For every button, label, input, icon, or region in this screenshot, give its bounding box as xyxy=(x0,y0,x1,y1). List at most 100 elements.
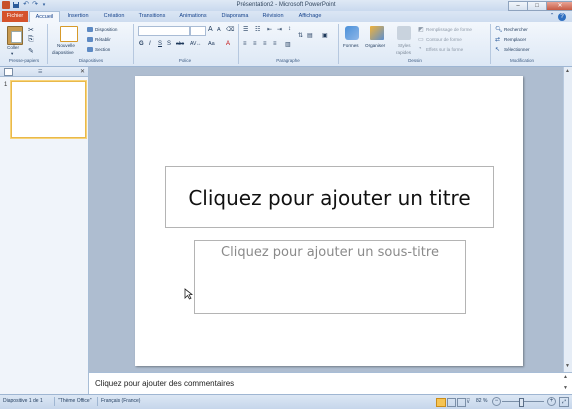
shape-fill-icon[interactable]: ◩ xyxy=(418,26,424,33)
subtitle-placeholder-text: Cliquez pour ajouter un sous-titre xyxy=(221,245,439,260)
shape-outline-icon[interactable]: ▭ xyxy=(418,36,424,43)
columns-icon[interactable]: ▥ xyxy=(285,41,291,48)
shape-effects-button[interactable]: Effets sur la forme xyxy=(426,47,463,52)
slide-thumbnail[interactable] xyxy=(11,81,86,138)
section-icon[interactable] xyxy=(87,47,93,52)
align-left-icon[interactable]: ≡ xyxy=(243,41,247,47)
layout-button[interactable]: Disposition xyxy=(95,27,117,32)
change-case-button[interactable]: Aa xyxy=(208,41,215,47)
shape-outline-button[interactable]: Contour de forme xyxy=(426,37,462,42)
decrease-indent-icon[interactable]: ⇤ xyxy=(267,26,272,33)
shape-effects-icon[interactable]: ◔ xyxy=(418,46,422,52)
tab-animations[interactable]: Animations xyxy=(173,11,213,22)
shape-fill-button[interactable]: Remplissage de forme xyxy=(426,27,472,32)
find-button[interactable]: Rechercher xyxy=(504,27,528,32)
replace-icon[interactable]: ⇄ xyxy=(495,36,500,43)
clear-format-icon[interactable]: ⌫ xyxy=(226,26,234,33)
zoom-level[interactable]: 82 % xyxy=(476,398,487,404)
italic-button[interactable]: I xyxy=(149,41,151,47)
reading-view-icon[interactable] xyxy=(457,398,466,407)
align-text-icon[interactable]: ▤ xyxy=(307,32,313,39)
minimize-ribbon-icon[interactable]: ⌃ xyxy=(548,11,556,22)
outline-tab-icon[interactable]: ☰ xyxy=(38,69,42,75)
help-icon[interactable]: ? xyxy=(558,13,566,21)
section-button[interactable]: Section xyxy=(95,47,110,52)
new-slide-icon[interactable] xyxy=(60,26,78,42)
slideshow-icon[interactable]: ⊽ xyxy=(466,398,470,405)
align-right-icon[interactable]: ≡ xyxy=(263,41,267,47)
quick-styles-button[interactable]: Styles xyxy=(398,43,411,48)
reset-icon[interactable] xyxy=(87,37,93,42)
bullets-icon[interactable]: ☰ xyxy=(243,26,248,33)
line-spacing-icon[interactable]: ↕ xyxy=(288,26,291,32)
shapes-button[interactable]: Formes xyxy=(343,43,359,48)
font-color-button[interactable]: A xyxy=(226,41,230,47)
new-slide-button[interactable]: Nouvelle xyxy=(57,43,75,48)
arrange-icon[interactable] xyxy=(370,26,384,40)
normal-view-icon[interactable] xyxy=(436,398,446,407)
fit-to-window-icon[interactable]: ⤢ xyxy=(559,397,569,407)
maximize-button[interactable]: □ xyxy=(527,1,547,11)
font-size-dropdown[interactable] xyxy=(190,26,206,36)
minimize-button[interactable]: – xyxy=(508,1,528,11)
new-slide-button-line2[interactable]: diapositive xyxy=(52,50,74,55)
select-button[interactable]: Sélectionner xyxy=(504,47,530,52)
tab-fichier[interactable]: Fichier xyxy=(2,11,28,22)
clipboard-group-label: Presse-papiers xyxy=(8,58,40,63)
tab-diaporama[interactable]: Diaporama xyxy=(216,11,254,22)
increase-indent-icon[interactable]: ⇥ xyxy=(277,26,282,33)
paste-dropdown-icon[interactable]: ▾ xyxy=(11,51,13,57)
tab-insertion[interactable]: Insertion xyxy=(62,11,94,22)
close-button[interactable]: ✕ xyxy=(546,1,572,11)
strikethrough-button[interactable]: abc xyxy=(176,41,184,47)
select-icon[interactable]: ↖ xyxy=(495,46,500,53)
bold-button[interactable]: G xyxy=(139,41,144,47)
notes-pane[interactable]: Cliquez pour ajouter des commentaires ▲ … xyxy=(89,372,572,395)
slide-sorter-icon[interactable] xyxy=(447,398,456,407)
slides-group-label: Diapositives xyxy=(78,58,104,63)
layout-icon[interactable] xyxy=(87,27,93,32)
quick-styles-button-line2[interactable]: rapides xyxy=(396,50,411,55)
scroll-down-icon[interactable]: ▼ xyxy=(565,363,570,369)
zoom-slider-thumb[interactable] xyxy=(519,398,524,407)
font-name-dropdown[interactable] xyxy=(138,26,190,36)
find-icon[interactable]: 🔍︎ xyxy=(495,26,503,33)
language-indicator[interactable]: Français (France) xyxy=(101,398,140,404)
tab-transitions[interactable]: Transitions xyxy=(134,11,170,22)
tab-creation[interactable]: Création xyxy=(97,11,131,22)
title-placeholder[interactable]: Cliquez pour ajouter un titre xyxy=(165,166,494,228)
tab-accueil[interactable]: Accueil xyxy=(29,11,60,22)
theme-name[interactable]: "Thème Office" xyxy=(58,398,91,404)
smartart-icon[interactable]: ▣ xyxy=(322,32,328,39)
cut-icon[interactable]: ✂ xyxy=(28,26,34,34)
paste-button[interactable]: Coller xyxy=(7,45,19,50)
arrange-button[interactable]: Organiser xyxy=(365,43,385,48)
shrink-font-button[interactable]: A xyxy=(217,27,221,33)
tab-revision[interactable]: Révision xyxy=(257,11,289,22)
copy-icon[interactable]: ⎘ xyxy=(28,36,34,44)
justify-icon[interactable]: ≡ xyxy=(273,41,277,47)
close-panel-icon[interactable]: ✕ xyxy=(80,68,85,75)
shapes-icon[interactable] xyxy=(345,26,359,40)
quick-styles-icon[interactable] xyxy=(397,26,411,40)
next-slide-icon[interactable]: ▼ xyxy=(563,385,568,391)
zoom-out-icon[interactable]: − xyxy=(492,397,501,406)
text-direction-icon[interactable]: ⇅ xyxy=(298,32,303,39)
format-painter-icon[interactable]: ✎ xyxy=(28,47,34,55)
scroll-up-icon[interactable]: ▲ xyxy=(565,68,570,74)
underline-button[interactable]: S xyxy=(158,41,162,47)
prev-slide-icon[interactable]: ▲ xyxy=(563,374,568,380)
shadow-button[interactable]: S xyxy=(167,41,171,47)
ribbon-tabs: Fichier Accueil Insertion Création Trans… xyxy=(0,11,572,22)
grow-font-button[interactable]: A xyxy=(208,26,213,33)
zoom-in-icon[interactable]: + xyxy=(547,397,556,406)
slides-tab-icon[interactable] xyxy=(4,68,13,76)
vertical-scrollbar[interactable]: ▲ ▼ xyxy=(563,67,572,372)
align-center-icon[interactable]: ≡ xyxy=(253,41,257,47)
tab-affichage[interactable]: Affichage xyxy=(293,11,327,22)
replace-button[interactable]: Remplacer xyxy=(504,37,526,42)
subtitle-placeholder[interactable]: Cliquez pour ajouter un sous-titre xyxy=(194,240,466,314)
numbering-icon[interactable]: ☷ xyxy=(255,26,260,33)
char-spacing-icon[interactable]: AV↔ xyxy=(190,41,201,47)
reset-button[interactable]: Rétablir xyxy=(95,37,111,42)
